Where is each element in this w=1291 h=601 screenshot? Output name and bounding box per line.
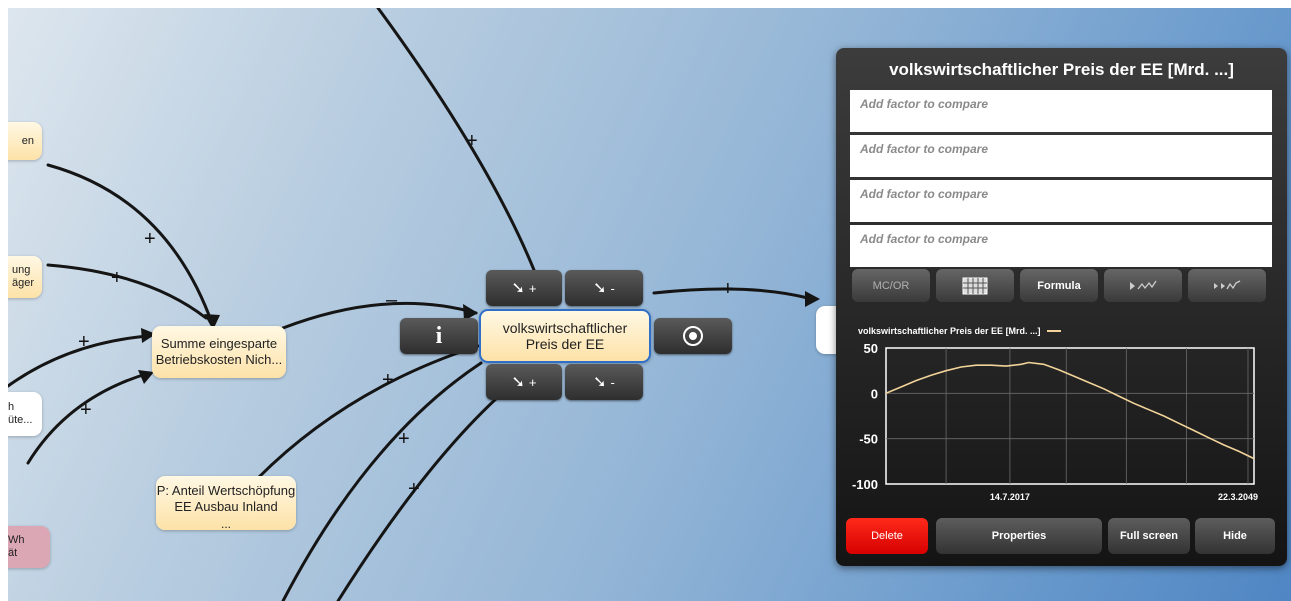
panel-title: volkswirtschaftlicher Preis der EE [Mrd.… — [889, 60, 1234, 79]
y-tick-label: 0 — [871, 386, 878, 401]
compare-factor-input-3[interactable]: Add factor to compare — [850, 180, 1272, 222]
chart-legend: volkswirtschaftlicher Preis der EE [Mrd.… — [858, 326, 1061, 336]
add-negative-input-button[interactable]: ➘ - — [565, 270, 643, 306]
compare-factor-input-4[interactable]: Add factor to compare — [850, 225, 1272, 267]
edge-left-top — [46, 163, 215, 328]
legend-label: volkswirtschaftlicher Preis der EE [Mrd.… — [858, 326, 1041, 336]
table-view-button[interactable] — [936, 269, 1014, 302]
edge-sign: + — [408, 478, 420, 500]
x-tick-label: 14.7.2017 — [990, 492, 1030, 502]
play-graph-icon — [1130, 280, 1157, 290]
y-tick-label: -50 — [859, 432, 878, 447]
edge-sign: + — [382, 369, 394, 391]
full-screen-button[interactable]: Full screen — [1108, 518, 1190, 554]
edge-sign: – — [386, 289, 398, 311]
edge-sign: + — [722, 278, 734, 300]
hide-button[interactable]: Hide — [1195, 518, 1275, 554]
node-clipped-left-white[interactable]: h üte... — [8, 392, 42, 436]
arrow-down-right-icon: ➘ — [511, 280, 525, 297]
focus-button[interactable] — [654, 318, 732, 354]
node-clipped-left-pink[interactable]: Wh ät — [8, 526, 50, 568]
edge-sign: + — [111, 267, 123, 289]
edge-top-curve — [376, 8, 536, 272]
info-button[interactable]: i — [400, 318, 478, 354]
legend-swatch — [1046, 330, 1061, 332]
node-anteil-wertschoepfung[interactable]: P: Anteil Wertschöpfung EE Ausbau Inland… — [156, 476, 296, 531]
add-positive-output-button[interactable]: ➘ + — [486, 364, 562, 400]
simulate-button[interactable] — [1104, 269, 1182, 302]
edge-sign: + — [466, 130, 478, 152]
edge-sign: + — [144, 228, 156, 250]
series-line — [885, 361, 1255, 460]
node-summe-betriebskosten[interactable]: Summe eingesparte Betriebskosten Nich... — [152, 326, 286, 378]
y-tick-label: -100 — [852, 477, 878, 492]
node-clipped-left-mid[interactable]: ung äger — [8, 256, 42, 298]
compare-factor-input-2[interactable]: Add factor to compare — [850, 135, 1272, 177]
node-clipped-top-left[interactable]: en — [8, 122, 42, 160]
formula-button[interactable]: Formula — [1020, 269, 1098, 302]
add-negative-output-button[interactable]: ➘ - — [565, 364, 643, 400]
line-chart: 50 0 -50 -100 14.7.2017 22.3.2049 — [852, 341, 1258, 502]
arrow-down-right-icon: ➘ — [593, 374, 607, 391]
edge-anteil-to-sel — [256, 344, 480, 480]
factor-panel: volkswirtschaftlicher Preis der EE [Mrd.… — [836, 48, 1287, 566]
delete-button[interactable]: Delete — [846, 518, 928, 554]
grid-icon — [962, 277, 988, 294]
target-icon — [683, 326, 703, 346]
more-dots: ... — [220, 517, 231, 531]
info-icon: i — [435, 322, 443, 349]
properties-button[interactable]: Properties — [936, 518, 1102, 554]
arrow-down-right-icon: ➘ — [511, 374, 525, 391]
edge-sign: + — [398, 428, 410, 450]
node-volkswirtschaftlicher-preis[interactable]: volkswirtschaftlicher Preis der EE — [479, 309, 651, 363]
mcor-button[interactable]: MC/OR — [852, 269, 930, 302]
edge-bottom-2 — [336, 386, 510, 601]
add-positive-input-button[interactable]: ➘ + — [486, 270, 562, 306]
edge-sign: + — [80, 399, 92, 421]
step-graph-icon — [1214, 279, 1241, 289]
edge-sign: + — [78, 331, 90, 353]
arrow-down-right-icon: ➘ — [593, 280, 607, 297]
edge-left-mid — [46, 263, 208, 320]
edge-bottom-1 — [281, 361, 483, 601]
simulate-stepwise-button[interactable] — [1188, 269, 1266, 302]
x-tick-label: 22.3.2049 — [1218, 492, 1258, 502]
compare-factor-input-1[interactable]: Add factor to compare — [850, 90, 1272, 132]
plot-frame — [885, 347, 1255, 485]
arrowhead-5 — [805, 291, 820, 307]
y-tick-label: 50 — [864, 341, 878, 356]
